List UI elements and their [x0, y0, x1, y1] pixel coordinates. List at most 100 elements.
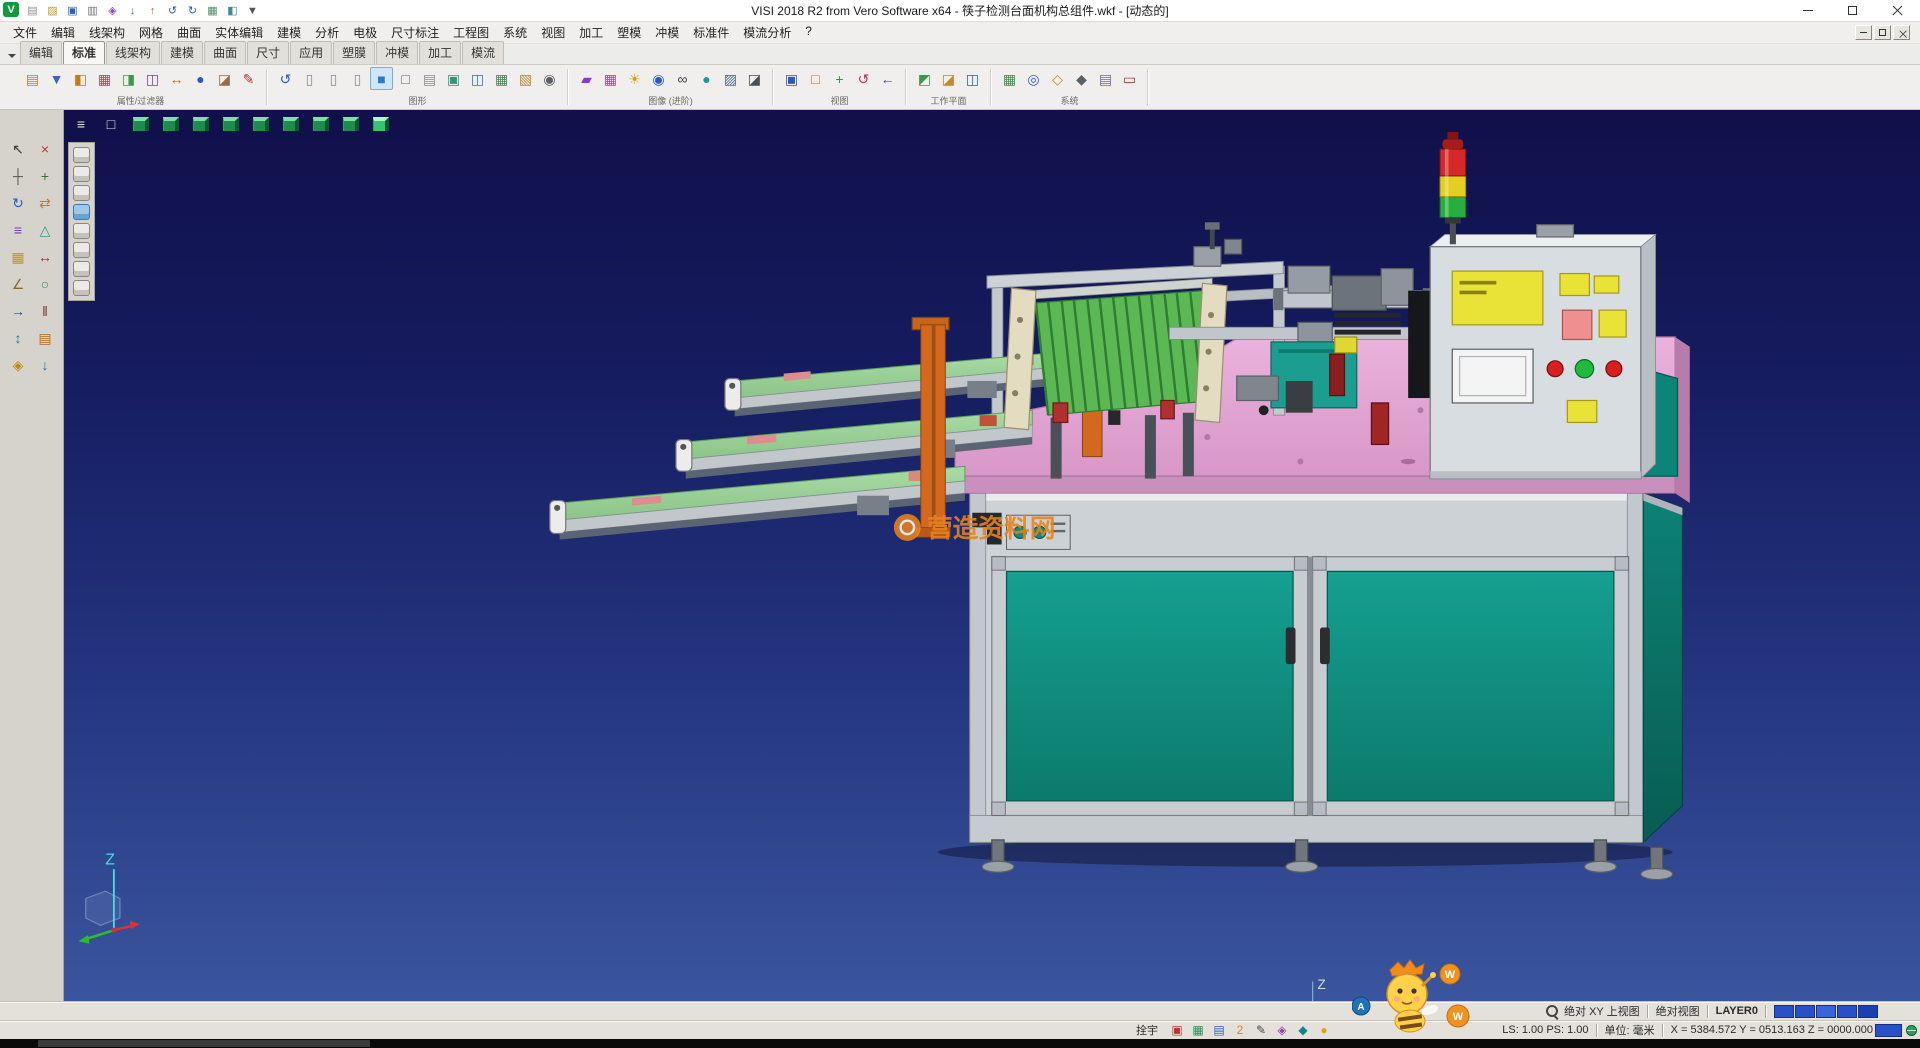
- layer-color-2[interactable]: [1795, 1005, 1815, 1018]
- fillet-icon[interactable]: ○: [32, 271, 58, 297]
- minimize-button[interactable]: [1785, 0, 1830, 21]
- workplane-free-icon[interactable]: ◪: [937, 67, 960, 90]
- workplane-xy-icon[interactable]: ◩: [913, 67, 936, 90]
- array-icon[interactable]: ▦: [5, 244, 31, 270]
- green-button[interactable]: [1575, 360, 1593, 378]
- system-grid-icon[interactable]: ▦: [998, 67, 1021, 90]
- view-back-icon[interactable]: [218, 113, 244, 135]
- workplane-slot-1[interactable]: [73, 147, 90, 163]
- macro-icon[interactable]: ▤: [1094, 67, 1117, 90]
- chamfer-icon[interactable]: ∠: [5, 271, 31, 297]
- control-station[interactable]: [1408, 225, 1655, 479]
- layer-filter-icon[interactable]: ◧: [69, 67, 92, 90]
- menu-item[interactable]: 网格: [132, 22, 170, 43]
- tab-dropdown-button[interactable]: [3, 48, 20, 64]
- cabinet-left-door[interactable]: [992, 557, 1308, 816]
- print-icon[interactable]: ▥: [83, 2, 102, 19]
- layer-list-icon[interactable]: ▯: [298, 67, 321, 90]
- import-icon[interactable]: ↓: [123, 2, 142, 19]
- screen-icon[interactable]: ◧: [223, 2, 242, 19]
- units-readout[interactable]: 单位: 毫米: [1605, 1022, 1655, 1038]
- assembly-icon[interactable]: ◫: [466, 67, 489, 90]
- rotate-icon[interactable]: ↻: [5, 190, 31, 216]
- plot-icon[interactable]: ◈: [103, 2, 122, 19]
- cube-status-icon[interactable]: ◆: [1294, 1022, 1312, 1038]
- measure-icon[interactable]: ↔: [165, 67, 188, 90]
- menu-item[interactable]: 加工: [572, 22, 610, 43]
- print-status-icon[interactable]: ▤: [1210, 1022, 1228, 1038]
- menu-item[interactable]: 文件: [6, 22, 44, 43]
- options-icon[interactable]: ◆: [1070, 67, 1093, 90]
- view-iso-icon[interactable]: [128, 113, 154, 135]
- view-bottom-icon[interactable]: [308, 113, 334, 135]
- menu-item[interactable]: 曲面: [170, 22, 208, 43]
- extend-icon[interactable]: →: [5, 298, 31, 324]
- menu-item[interactable]: 编辑: [44, 22, 82, 43]
- tab[interactable]: 尺寸: [247, 41, 289, 64]
- material-icon[interactable]: ●: [695, 67, 718, 90]
- open-folder-icon[interactable]: ▨: [43, 2, 62, 19]
- menu-item[interactable]: 冲模: [648, 22, 686, 43]
- red-button-1[interactable]: [1547, 361, 1563, 377]
- zoom-window-icon[interactable]: □: [804, 67, 827, 90]
- workplane-slot-7[interactable]: [73, 261, 90, 277]
- texture-icon[interactable]: ▦: [599, 67, 622, 90]
- rotate-view-icon[interactable]: ↺: [852, 67, 875, 90]
- tab[interactable]: 加工: [419, 41, 461, 64]
- globe-icon[interactable]: [1906, 1025, 1917, 1036]
- menu-item[interactable]: 建模: [270, 22, 308, 43]
- tab[interactable]: 应用: [290, 41, 332, 64]
- save-status-icon[interactable]: ▣: [1168, 1022, 1186, 1038]
- snap-settings-icon[interactable]: ◇: [1046, 67, 1069, 90]
- machine-cabinet[interactable]: [970, 493, 1683, 879]
- wireframe-mode-icon[interactable]: □: [394, 67, 417, 90]
- tab[interactable]: 塑膜: [333, 41, 375, 64]
- break-icon[interactable]: ‖: [32, 298, 58, 324]
- snap-label[interactable]: 拴宇: [1136, 1022, 1158, 1038]
- tab[interactable]: 编辑: [20, 41, 62, 64]
- move-icon[interactable]: +: [32, 163, 58, 189]
- layer-color-4[interactable]: [1837, 1005, 1857, 1018]
- zoom-indicator-icon[interactable]: [1546, 1005, 1559, 1018]
- sheet-icon[interactable]: ▤: [418, 67, 441, 90]
- view-iso-right-icon[interactable]: [368, 113, 394, 135]
- grid-toggle-icon[interactable]: ▦: [203, 2, 222, 19]
- color-filter-icon[interactable]: ▦: [93, 67, 116, 90]
- taskbar-segment[interactable]: [38, 1040, 370, 1047]
- undo-icon[interactable]: ↺: [163, 2, 182, 19]
- view-list-icon[interactable]: ▯: [322, 67, 345, 90]
- regen-icon[interactable]: ◉: [538, 67, 561, 90]
- menu-item[interactable]: 视图: [534, 22, 572, 43]
- quick-access-dropdown-icon[interactable]: ▼: [243, 2, 262, 19]
- trim-icon[interactable]: ┼: [5, 163, 31, 189]
- shaded-mode-icon[interactable]: ■: [370, 67, 393, 90]
- view-front-icon[interactable]: [188, 113, 214, 135]
- previous-view-icon[interactable]: ←: [876, 67, 899, 90]
- zoom-fit-icon[interactable]: ▣: [780, 67, 803, 90]
- save-icon[interactable]: ▣: [63, 2, 82, 19]
- shadow-icon[interactable]: ◪: [743, 67, 766, 90]
- pen-status-icon[interactable]: ✎: [1252, 1022, 1270, 1038]
- tab[interactable]: 曲面: [204, 41, 246, 64]
- maximize-button[interactable]: [1830, 0, 1875, 21]
- view-top-icon[interactable]: [158, 113, 184, 135]
- workplane-slot-2[interactable]: [73, 166, 90, 182]
- tab[interactable]: 线架构: [106, 41, 160, 64]
- copy-attributes-icon[interactable]: ◫: [141, 67, 164, 90]
- workplane-slot-6[interactable]: [73, 242, 90, 258]
- refresh-icon[interactable]: ↺: [274, 67, 297, 90]
- menu-item[interactable]: 工程图: [446, 22, 496, 43]
- app-logo-icon[interactable]: V: [3, 2, 19, 17]
- layers-icon[interactable]: ▤: [32, 325, 58, 351]
- filter-icon[interactable]: ▼: [45, 67, 68, 90]
- workplane-slot-4[interactable]: [73, 204, 90, 220]
- view-blank-icon[interactable]: □: [98, 113, 124, 135]
- properties-icon[interactable]: ▤: [21, 67, 44, 90]
- paint-icon[interactable]: ✎: [237, 67, 260, 90]
- ungroup-icon[interactable]: ▧: [514, 67, 537, 90]
- info-icon[interactable]: ●: [189, 67, 212, 90]
- camera-icon[interactable]: ◉: [647, 67, 670, 90]
- layout-icon[interactable]: ▭: [1118, 67, 1141, 90]
- right-door-handle[interactable]: [1320, 628, 1330, 665]
- workplane-slot-5[interactable]: [73, 223, 90, 239]
